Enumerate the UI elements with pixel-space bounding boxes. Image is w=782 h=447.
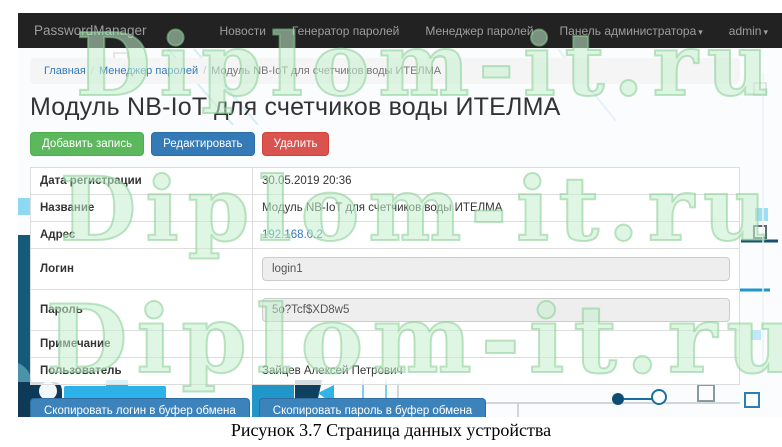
field-label: Дата регистрации — [30, 167, 253, 195]
copy-login-button[interactable]: Скопировать логин в буфер обмена — [30, 398, 250, 417]
field-label: Пароль — [30, 289, 253, 331]
field-label: Название — [30, 194, 253, 222]
nav-item-password-manager[interactable]: Менеджер паролей — [425, 24, 533, 38]
page-content: Главная / Менеджер паролей / Модуль NB-IoT д… — [18, 48, 740, 417]
copy-password-button[interactable]: Скопировать пароль в буфер обмена — [258, 398, 487, 417]
nav-item-news[interactable]: Новости — [219, 24, 265, 38]
table-row-registration-date: Дата регистрации 30.05.2019 20:36 — [30, 167, 740, 195]
app-screenshot: PasswordManager Новости Генератор пароле… — [18, 13, 782, 417]
nav-item-password-generator[interactable]: Генератор паролей — [292, 24, 399, 38]
table-row-user: Пользователь Зайцев Алексей Петрович — [30, 357, 740, 385]
navbar-menu: Новости Генератор паролей Менеджер парол… — [219, 24, 768, 38]
copy-buttons: Скопировать логин в буфер обмена Скопиро… — [30, 398, 740, 417]
field-label: Адрес — [30, 221, 253, 249]
action-buttons: Добавить запись Редактировать Удалить — [30, 132, 740, 156]
page-title: Модуль NB-IoT для счетчиков воды ИТЕЛМА — [30, 93, 561, 121]
breadcrumb-home[interactable]: Главная — [44, 65, 86, 77]
breadcrumb-password-manager[interactable]: Менеджер паролей — [99, 65, 198, 77]
password-field[interactable] — [262, 298, 730, 322]
table-row-note: Примечание — [30, 330, 740, 358]
figure-caption: Рисунок 3.7 Страница данных устройства — [230, 420, 552, 440]
nav-item-admin-panel-label: Панель администратора — [559, 23, 697, 38]
add-record-button[interactable]: Добавить запись — [30, 132, 145, 156]
breadcrumb-current: Модуль NB-IoT для счетчиков воды ИТЕЛМА — [211, 65, 442, 77]
breadcrumb-separator: / — [90, 65, 94, 77]
field-label: Логин — [30, 248, 253, 290]
field-label: Примечание — [30, 330, 253, 358]
field-value: Зайцев Алексей Петрович — [252, 357, 740, 385]
address-link[interactable]: 192.168.0.2 — [262, 229, 323, 241]
nav-item-user-menu[interactable]: admin ▾ — [729, 24, 768, 38]
nav-item-user-label: admin — [728, 23, 762, 38]
caret-down-icon: ▾ — [698, 26, 703, 37]
table-row-name: Название Модуль NB-IoT для счетчиков вод… — [30, 194, 740, 222]
breadcrumb: Главная / Менеджер паролей / Модуль NB-IoT д… — [30, 58, 740, 84]
field-value — [252, 330, 740, 358]
delete-button[interactable]: Удалить — [261, 132, 330, 156]
table-row-password: Пароль — [30, 289, 740, 331]
nav-item-admin-panel[interactable]: Панель администратора ▾ — [560, 24, 703, 38]
field-label: Пользователь — [30, 357, 253, 385]
field-value: 30.05.2019 20:36 — [252, 167, 740, 195]
field-value: Модуль NB-IoT для счетчиков воды ИТЕЛМА — [252, 194, 740, 222]
breadcrumb-separator: / — [203, 65, 207, 77]
field-value — [252, 248, 740, 290]
device-details-table: Дата регистрации 30.05.2019 20:36 Назван… — [30, 167, 740, 385]
login-field[interactable] — [262, 257, 730, 281]
field-value: 192.168.0.2 — [252, 221, 740, 249]
navbar-brand[interactable]: PasswordManager — [34, 23, 147, 38]
table-row-address: Адрес 192.168.0.2 — [30, 221, 740, 249]
field-value — [252, 289, 740, 331]
caret-down-icon: ▾ — [763, 26, 768, 37]
edit-button[interactable]: Редактировать — [151, 132, 255, 156]
table-row-login: Логин — [30, 248, 740, 290]
navbar: PasswordManager Новости Генератор пароле… — [18, 13, 782, 48]
